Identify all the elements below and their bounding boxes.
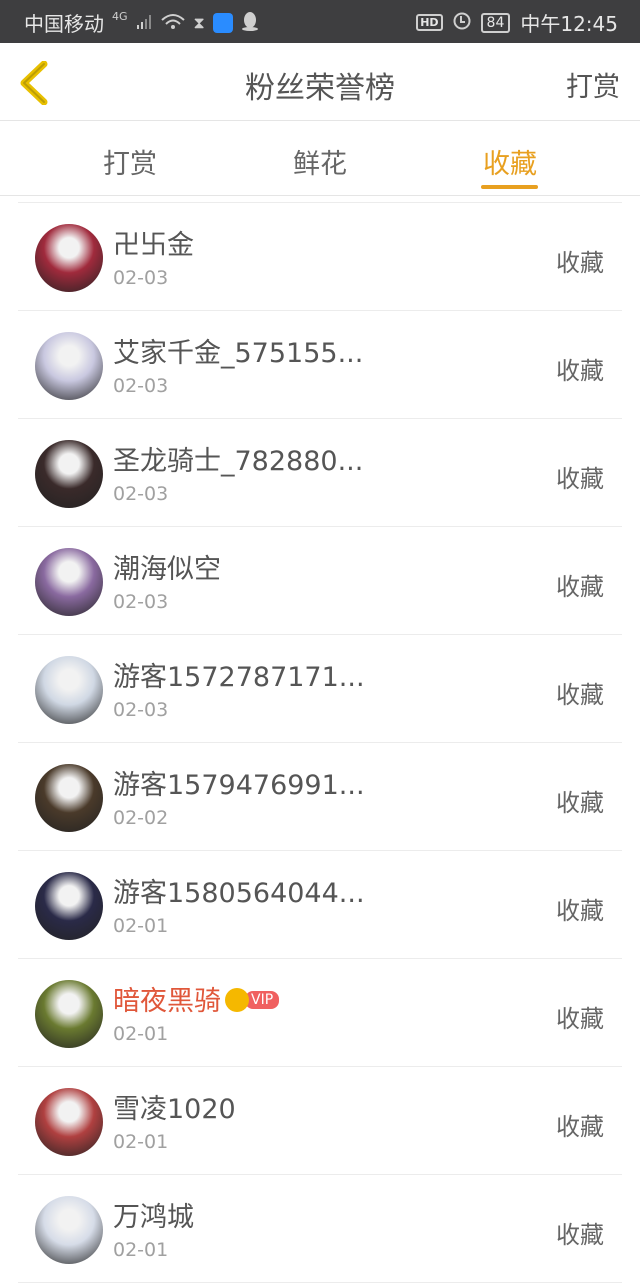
fan-name-text: 圣龙骑士_782880... — [113, 446, 364, 477]
fan-name-text: 潮海似空 — [113, 554, 221, 585]
fan-name-text: 游客1580564044... — [113, 878, 365, 909]
page-title: 粉丝荣誉榜 — [245, 71, 395, 106]
list-item[interactable]: 圣龙骑士_782880... 02-03 收藏 — [18, 419, 622, 527]
fan-date: 02-03 — [113, 267, 169, 289]
avatar[interactable] — [35, 224, 103, 292]
fan-name: 游客1572787171... — [113, 655, 365, 694]
avatar[interactable] — [35, 1088, 103, 1156]
header-bar: 粉丝荣誉榜 打赏 — [0, 43, 640, 121]
tab-flowers[interactable]: 鲜花 — [260, 142, 380, 181]
fan-date: 02-01 — [113, 1023, 169, 1045]
hd-icon: HD — [416, 14, 443, 31]
wifi-icon — [160, 12, 186, 34]
vip-badge: VIP — [225, 987, 280, 1012]
fan-name: 游客1580564044... — [113, 871, 365, 910]
active-tab-indicator — [481, 185, 538, 189]
avatar[interactable] — [35, 548, 103, 616]
clock: 中午12:45 — [520, 12, 618, 36]
status-bar: 中国移动 4G ⧗ HD 84 中午12:45 — [0, 0, 640, 43]
avatar[interactable] — [35, 656, 103, 724]
fan-action-label: 收藏 — [556, 465, 604, 493]
fan-action-label: 收藏 — [556, 357, 604, 385]
signal-bars-icon — [136, 13, 152, 33]
fan-list: 卍卐金 02-03 收藏 艾家千金_575155... 02-03 收藏 圣龙骑士_7828… — [18, 202, 622, 1283]
tab-bar: 打赏 鲜花 收藏 — [0, 122, 640, 196]
network-type: 4G — [112, 10, 128, 23]
fan-date: 02-03 — [113, 483, 169, 505]
list-item[interactable]: 游客1572787171... 02-03 收藏 — [18, 635, 622, 743]
fan-name: 卍卐金 — [113, 223, 194, 262]
fan-action-label: 收藏 — [556, 573, 604, 601]
qq-icon — [241, 11, 259, 35]
fan-name: 雪凌1020 — [113, 1087, 236, 1126]
hourglass-icon: ⧗ — [193, 12, 205, 32]
fan-date: 02-03 — [113, 699, 169, 721]
fan-date: 02-02 — [113, 807, 169, 829]
carrier-label: 中国移动 — [24, 12, 104, 36]
fan-action-label: 收藏 — [556, 897, 604, 925]
fan-name: 万鸿城 — [113, 1195, 194, 1234]
tab-tip[interactable]: 打赏 — [70, 142, 190, 181]
list-item[interactable]: 游客1579476991... 02-02 收藏 — [18, 743, 622, 851]
fan-name-text: 艾家千金_575155... — [113, 338, 364, 369]
crown-icon — [225, 987, 249, 1012]
avatar[interactable] — [35, 872, 103, 940]
list-item[interactable]: 暗夜黑骑 VIP 02-01 收藏 — [18, 959, 622, 1067]
avatar[interactable] — [35, 332, 103, 400]
list-item[interactable]: 游客1580564044... 02-01 收藏 — [18, 851, 622, 959]
signal-icon: 4G — [112, 10, 128, 23]
fan-action-label: 收藏 — [556, 249, 604, 277]
list-item[interactable]: 万鸿城 02-01 收藏 — [18, 1175, 622, 1283]
vip-label: VIP — [245, 990, 280, 1009]
tip-button[interactable]: 打赏 — [566, 65, 620, 104]
avatar[interactable] — [35, 1196, 103, 1264]
fan-name-text: 雪凌1020 — [113, 1094, 236, 1125]
data-saver-icon — [453, 12, 471, 34]
fan-name: 艾家千金_575155... — [113, 331, 363, 370]
fan-name-text: 万鸿城 — [113, 1202, 194, 1233]
fan-name-text: 卍卐金 — [113, 230, 194, 261]
fan-name-text: 暗夜黑骑 — [113, 986, 221, 1017]
fan-date: 02-01 — [113, 1131, 169, 1153]
fan-action-label: 收藏 — [556, 681, 604, 709]
fan-date: 02-01 — [113, 1239, 169, 1261]
fan-action-label: 收藏 — [556, 789, 604, 817]
avatar[interactable] — [35, 764, 103, 832]
security-app-icon — [212, 12, 233, 33]
fan-name: 潮海似空 — [113, 547, 221, 586]
fan-date: 02-03 — [113, 375, 169, 397]
fan-action-label: 收藏 — [556, 1113, 604, 1141]
fan-name: 游客1579476991... — [113, 763, 365, 802]
tab-favorites[interactable]: 收藏 — [450, 142, 570, 181]
fan-date: 02-03 — [113, 591, 169, 613]
fan-name: 圣龙骑士_782880... — [113, 439, 363, 478]
avatar[interactable] — [35, 440, 103, 508]
battery-level: 84 — [486, 14, 505, 31]
fan-action-label: 收藏 — [556, 1221, 604, 1249]
fan-name: 暗夜黑骑 VIP — [113, 979, 280, 1018]
battery-icon: 84 — [480, 12, 511, 33]
avatar[interactable] — [35, 980, 103, 1048]
fan-action-label: 收藏 — [556, 1005, 604, 1033]
list-item[interactable]: 艾家千金_575155... 02-03 收藏 — [18, 311, 622, 419]
list-item[interactable]: 卍卐金 02-03 收藏 — [18, 203, 622, 311]
list-item[interactable]: 雪凌1020 02-01 收藏 — [18, 1067, 622, 1175]
fan-name-text: 游客1572787171... — [113, 662, 365, 693]
fan-name-text: 游客1579476991... — [113, 770, 365, 801]
fan-date: 02-01 — [113, 915, 169, 937]
list-item[interactable]: 潮海似空 02-03 收藏 — [18, 527, 622, 635]
